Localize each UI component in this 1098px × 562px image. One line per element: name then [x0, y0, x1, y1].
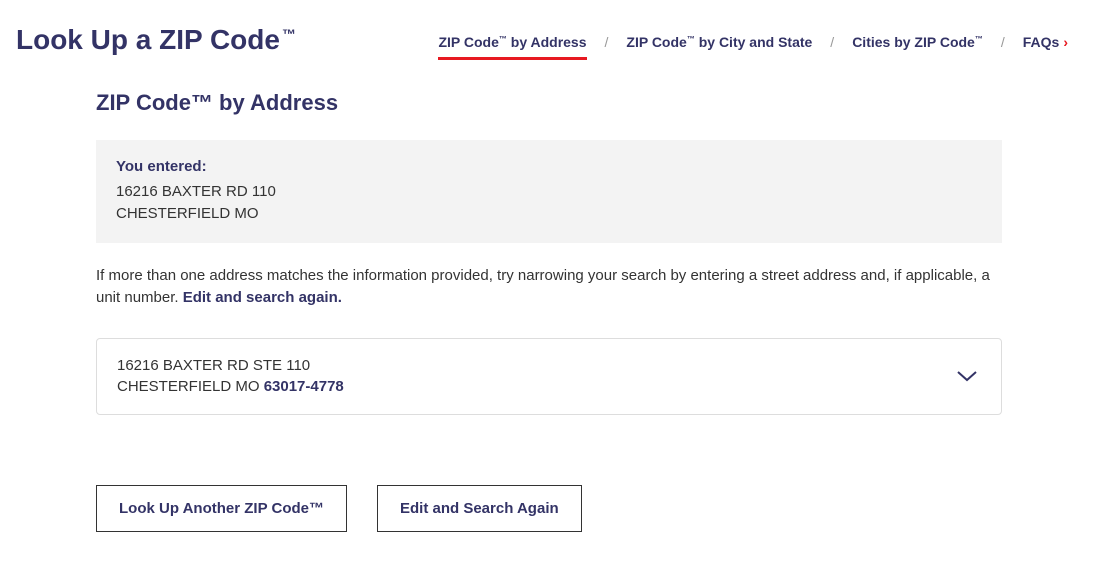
chevron-down-icon: [953, 362, 981, 390]
tab-bar: ZIP Code™ by Address / ZIP Code™ by City…: [296, 20, 1082, 60]
result-zip: 63017-4778: [264, 378, 344, 395]
tab-label-post: by City and State: [695, 34, 812, 50]
entered-address-line2: CHESTERFIELD MO: [116, 203, 982, 225]
page-title-text: Look Up a ZIP Code: [16, 24, 280, 55]
tab-separator: /: [997, 34, 1009, 60]
hint-text: If more than one address matches the inf…: [96, 265, 1002, 310]
tm-symbol: ™: [499, 34, 507, 43]
tab-label-pre: Cities by ZIP Code: [852, 34, 975, 50]
tm-symbol: ™: [282, 26, 296, 42]
action-buttons: Look Up Another ZIP Code™ Edit and Searc…: [96, 485, 1002, 532]
section-heading: ZIP Code™ by Address: [96, 90, 1002, 116]
tab-faq-label: FAQs: [1023, 34, 1060, 50]
tab-separator: /: [601, 34, 613, 60]
tab-faqs[interactable]: FAQs ›: [1009, 34, 1082, 60]
result-line1: 16216 BAXTER RD STE 110: [117, 355, 344, 377]
edit-search-again-link[interactable]: Edit and search again.: [183, 289, 342, 306]
result-city-state: CHESTERFIELD MO: [117, 378, 264, 395]
entered-address-line1: 16216 BAXTER RD 110: [116, 181, 982, 203]
tab-separator: /: [826, 34, 838, 60]
edit-search-again-button[interactable]: Edit and Search Again: [377, 485, 582, 532]
tm-symbol: ™: [687, 34, 695, 43]
tab-label-pre: ZIP Code: [438, 34, 498, 50]
tab-cities-by-zip[interactable]: Cities by ZIP Code™: [838, 34, 997, 60]
lookup-another-button[interactable]: Look Up Another ZIP Code™: [96, 485, 347, 532]
page-title: Look Up a ZIP Code™: [16, 20, 296, 56]
chevron-right-icon: ›: [1063, 34, 1068, 50]
result-line2: CHESTERFIELD MO 63017-4778: [117, 376, 344, 398]
you-entered-box: You entered: 16216 BAXTER RD 110 CHESTER…: [96, 140, 1002, 243]
tab-label-pre: ZIP Code: [626, 34, 686, 50]
result-card[interactable]: 16216 BAXTER RD STE 110 CHESTERFIELD MO …: [96, 338, 1002, 416]
tab-label-post: by Address: [507, 34, 587, 50]
tab-zip-by-city-state[interactable]: ZIP Code™ by City and State: [612, 34, 826, 60]
tab-zip-by-address[interactable]: ZIP Code™ by Address: [424, 34, 600, 60]
you-entered-label: You entered:: [116, 158, 982, 175]
tm-symbol: ™: [975, 34, 983, 43]
result-address: 16216 BAXTER RD STE 110 CHESTERFIELD MO …: [117, 355, 344, 399]
